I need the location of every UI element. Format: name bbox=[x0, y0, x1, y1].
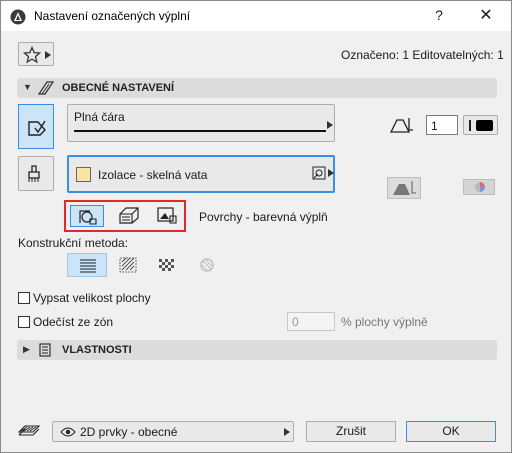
star-icon bbox=[23, 46, 41, 64]
cancel-label: Zrušit bbox=[336, 424, 366, 438]
selection-info: Označeno: 1 Editovatelných: 1 bbox=[341, 48, 504, 62]
line-type-icon bbox=[28, 120, 46, 136]
arrow-right-icon bbox=[327, 121, 333, 129]
properties-section-header[interactable]: ▶ VLASTNOSTI bbox=[17, 340, 497, 360]
line-type-select[interactable]: Plná čára bbox=[67, 104, 335, 142]
fill-name: Izolace - skelná vata bbox=[98, 168, 208, 182]
hatch-lines-icon bbox=[80, 259, 96, 273]
close-button[interactable]: ✕ bbox=[475, 5, 497, 25]
surface-color-fill-icon bbox=[79, 210, 97, 225]
hatch-dots-icon bbox=[119, 257, 137, 273]
ok-label: OK bbox=[442, 424, 460, 438]
surface-label: Povrchy - barevná výplň bbox=[199, 210, 328, 224]
hatch-disabled-icon bbox=[200, 258, 214, 272]
show-area-checkbox[interactable] bbox=[18, 292, 30, 304]
percent-suffix: % plochy výplně bbox=[341, 315, 428, 329]
app-icon bbox=[10, 9, 26, 25]
arrow-right-icon bbox=[284, 428, 290, 436]
background-pen-button[interactable] bbox=[387, 177, 421, 199]
percent-field[interactable]: 0 bbox=[287, 312, 335, 331]
subtract-zones-label: Odečíst ze zón bbox=[33, 315, 114, 329]
surface-image-icon bbox=[157, 207, 177, 224]
construction-method-pattern2[interactable] bbox=[153, 253, 179, 277]
layer-select[interactable]: 2D prvky - obecné bbox=[52, 421, 294, 442]
fill-settings-icon bbox=[37, 81, 55, 95]
surface-mode-texture[interactable] bbox=[111, 205, 145, 227]
surface-mode-image[interactable] bbox=[151, 205, 185, 227]
construction-method-label: Konstrukční metoda: bbox=[18, 236, 129, 250]
brush-icon bbox=[28, 165, 40, 182]
color-wheel-icon bbox=[475, 182, 485, 192]
window-title: Nastavení označených výplní bbox=[34, 9, 191, 23]
background-color-button[interactable] bbox=[463, 179, 495, 195]
layers-icon bbox=[17, 425, 41, 436]
background-pen-icon bbox=[393, 181, 416, 195]
favorites-button[interactable] bbox=[18, 42, 54, 66]
fill-tool-button[interactable] bbox=[18, 156, 54, 191]
construction-method-pattern3[interactable] bbox=[194, 253, 220, 277]
pen-number-value: 1 bbox=[431, 119, 438, 133]
line-preview bbox=[74, 130, 326, 132]
fill-select[interactable]: Izolace - skelná vata bbox=[67, 155, 335, 193]
title-bar: Nastavení označených výplní ? ✕ bbox=[1, 1, 511, 31]
show-area-label: Vypsat velikost plochy bbox=[33, 291, 151, 305]
arrow-right-icon bbox=[45, 51, 51, 59]
pen-indicator bbox=[469, 120, 471, 131]
expand-triangle-icon: ▶ bbox=[23, 344, 30, 354]
subtract-zones-checkbox[interactable] bbox=[18, 316, 30, 328]
eye-icon bbox=[60, 427, 76, 437]
pen-color-swatch bbox=[476, 120, 493, 131]
pen-number-field[interactable]: 1 bbox=[426, 115, 458, 135]
pen-color-button[interactable] bbox=[463, 115, 498, 135]
properties-section-label: VLASTNOSTI bbox=[62, 344, 132, 356]
surface-mode-color-fill[interactable] bbox=[70, 205, 104, 227]
line-type-toggle[interactable] bbox=[18, 104, 54, 149]
general-section-label: OBECNÉ NASTAVENÍ bbox=[62, 82, 175, 94]
general-section-header[interactable]: ▼ OBECNÉ NASTAVENÍ bbox=[17, 78, 497, 98]
percent-value: 0 bbox=[292, 315, 299, 329]
help-button[interactable]: ? bbox=[429, 7, 449, 23]
dialog-window: Nastavení označených výplní ? ✕ Označeno… bbox=[0, 0, 512, 453]
line-type-value: Plná čára bbox=[74, 110, 125, 124]
collapse-triangle-icon: ▼ bbox=[23, 82, 32, 92]
fill-preview-icon bbox=[312, 166, 326, 180]
ok-button[interactable]: OK bbox=[406, 421, 496, 442]
arrow-right-icon bbox=[328, 169, 334, 177]
layer-value: 2D prvky - obecné bbox=[80, 425, 178, 439]
construction-method-pattern1[interactable] bbox=[115, 253, 141, 277]
cancel-button[interactable]: Zrušit bbox=[306, 421, 396, 442]
pen-icon bbox=[389, 118, 413, 133]
surface-texture-icon bbox=[119, 207, 139, 224]
document-icon bbox=[39, 343, 51, 357]
hatch-checker-icon bbox=[159, 259, 174, 271]
construction-method-solid[interactable] bbox=[67, 253, 107, 277]
fill-swatch bbox=[76, 167, 91, 182]
